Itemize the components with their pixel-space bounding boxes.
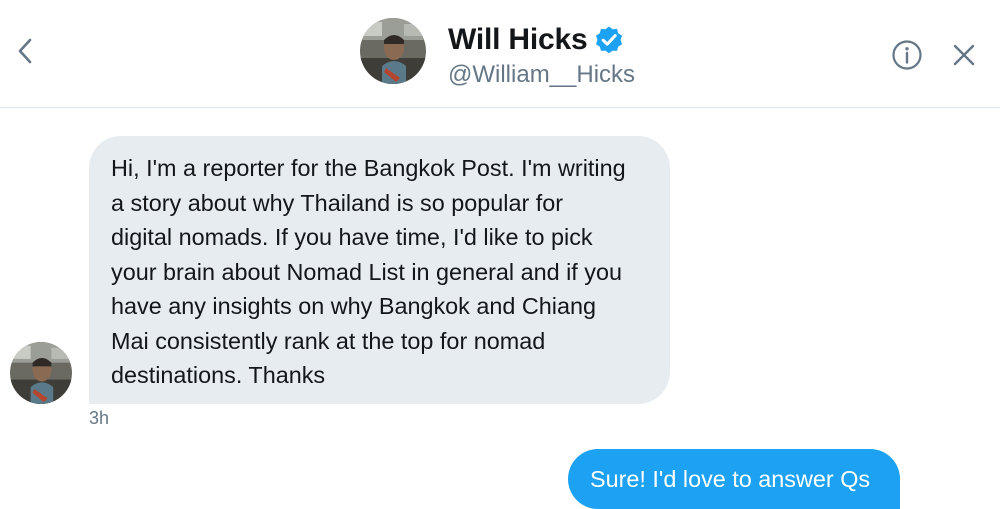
info-icon [892,40,922,70]
message-timestamp[interactable]: 3h [89,406,109,430]
message-sender-avatar[interactable] [10,342,72,404]
incoming-message-bubble[interactable]: Hi, I'm a reporter for the Bangkok Post.… [89,136,670,404]
message-line: digital nomads. If you have time, I'd li… [111,224,593,250]
display-name[interactable]: Will Hicks [448,22,588,58]
avatar[interactable] [360,18,426,84]
verified-badge-icon [593,24,625,56]
message-line: have any insights on why Bangkok and Chi… [111,293,597,319]
back-button[interactable] [10,34,40,68]
outgoing-message-text: Sure! I'd love to answer Qs [590,466,871,492]
close-button[interactable] [948,38,980,72]
name-row: Will Hicks [448,22,625,58]
outgoing-message-bubble[interactable]: Sure! I'd love to answer Qs [568,449,900,509]
message-line: a story about why Thailand is so popular… [111,189,564,216]
message-line: Hi, I'm a reporter for the Bangkok Post.… [111,155,626,181]
dm-conversation: Will Hicks @William__Hicks Hi, I'm a rep… [0,0,1000,509]
message-line: destinations. Thanks [111,362,326,388]
user-handle[interactable]: @William__Hicks [448,60,635,90]
message-line: Mai consistently rank at the top for nom… [111,327,546,354]
conversation-header: Will Hicks @William__Hicks [0,0,1000,108]
message-line: your brain about Nomad List in general a… [111,258,623,285]
chevron-left-icon [18,38,32,64]
info-button[interactable] [890,38,924,72]
close-icon [953,44,975,66]
